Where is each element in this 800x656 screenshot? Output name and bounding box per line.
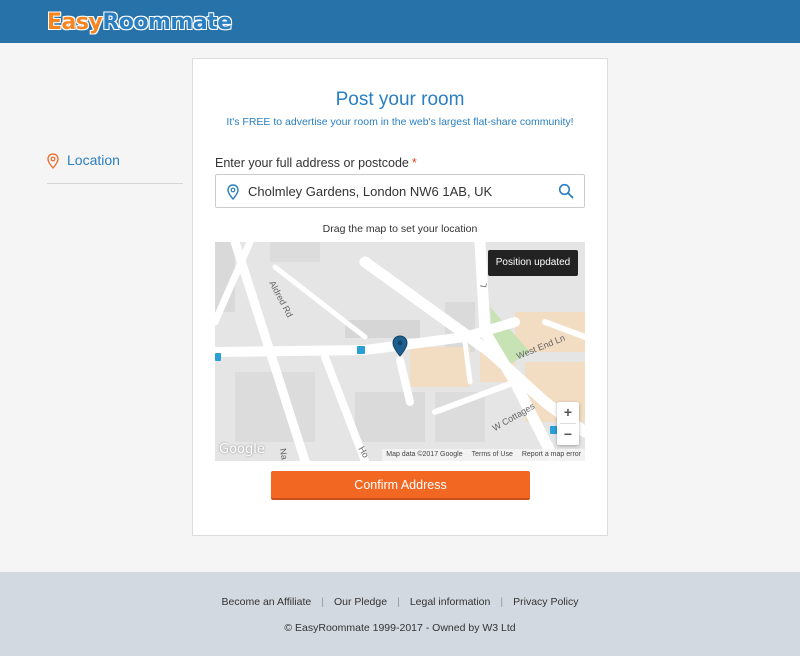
address-label: Enter your full address or postcode * (215, 156, 417, 170)
address-input[interactable] (248, 175, 548, 207)
location-pin-icon (227, 184, 239, 200)
copyright: © EasyRoommate 1999-2017 - Owned by W3 L… (284, 622, 516, 634)
map-marker-icon[interactable] (392, 335, 408, 357)
street-label: Na (277, 447, 290, 461)
zoom-in-button[interactable]: + (557, 402, 579, 423)
footer-link-pledge[interactable]: Our Pledge (324, 596, 397, 608)
address-field[interactable] (215, 174, 585, 208)
top-bar: EasyRoommate (0, 0, 800, 43)
page-title: Post your room (335, 89, 465, 110)
search-icon[interactable] (558, 183, 574, 199)
footer-links: Become an Affiliate | Our Pledge | Legal… (0, 596, 800, 608)
drag-map-hint: Drag the map to set your location (322, 223, 478, 235)
map-attribution: Map data ©2017 Google Terms of Use Repor… (382, 449, 585, 461)
confirm-address-button[interactable]: Confirm Address (271, 471, 530, 500)
map-pin-icon (47, 153, 59, 169)
terms-of-use-link[interactable]: Terms of Use (472, 450, 513, 460)
logo-roommate: Roommate (102, 10, 232, 35)
easyroommate-logo[interactable]: EasyRoommate (47, 10, 232, 35)
post-room-card: Post your room It's FREE to advertise yo… (192, 58, 608, 536)
required-asterisk: * (411, 156, 417, 170)
footer-link-privacy[interactable]: Privacy Policy (503, 596, 588, 608)
report-map-error-link[interactable]: Report a map error (522, 450, 581, 460)
zoom-out-button[interactable]: − (557, 424, 579, 445)
map-data-credit: Map data ©2017 Google (386, 451, 463, 458)
map-zoom-control: + − (557, 402, 579, 445)
address-label-text: Enter your full address or postcode (215, 156, 409, 170)
footer: Become an Affiliate | Our Pledge | Legal… (0, 572, 800, 656)
sidebar-item-location[interactable]: Location (47, 150, 183, 184)
sidebar-item-label: Location (67, 152, 120, 168)
page-subtitle: It's FREE to advertise your room in the … (226, 116, 574, 128)
location-map[interactable]: Aldred Rd West End Ln W Cottages Ho Na L… (215, 242, 585, 461)
footer-link-affiliate[interactable]: Become an Affiliate (212, 596, 322, 608)
google-logo[interactable]: Google (219, 442, 265, 457)
position-updated-toast: Position updated (488, 250, 578, 276)
logo-easy: Easy (47, 10, 103, 35)
footer-link-legal[interactable]: Legal information (400, 596, 501, 608)
